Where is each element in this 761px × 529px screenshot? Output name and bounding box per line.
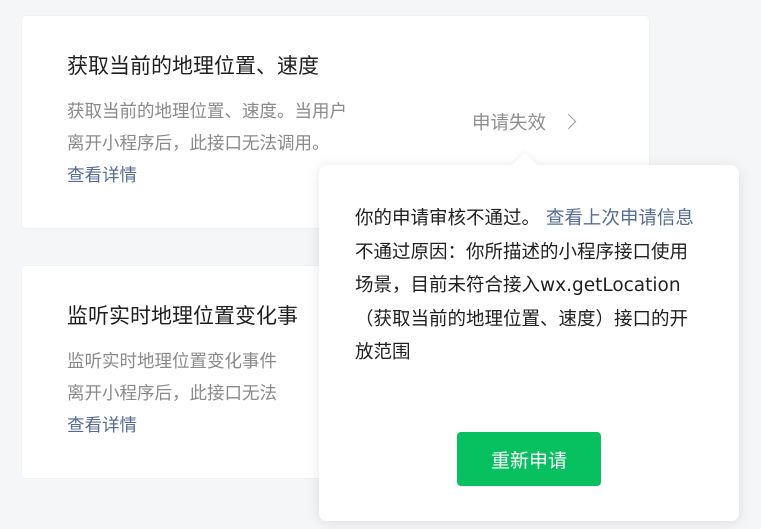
rejection-reason: 不通过原因：你所描述的小程序接口使用场景，目前未符合接入wx.getLocati… [355,241,689,364]
card-title: 获取当前的地理位置、速度 [67,54,319,78]
status-label: 申请失效 [472,113,547,134]
chevron-right-icon [560,113,577,129]
reapply-button[interactable]: 重新申请 [457,432,601,486]
card-description-line: 获取当前的地理位置、速度。当用户 [67,102,347,122]
rejection-intro: 你的申请审核不通过。 [355,208,541,229]
card-title: 监听实时地理位置变化事 [67,304,298,328]
view-last-application-link[interactable]: 查看上次申请信息 [546,208,694,229]
status-button[interactable]: 申请失效 [472,109,577,135]
rejection-popover: 你的申请审核不通过。 查看上次申请信息 不通过原因：你所描述的小程序接口使用场景… [319,152,739,521]
card-description-line: 离开小程序后，此接口无法调用。 [67,134,330,154]
popover-body: 你的申请审核不通过。 查看上次申请信息 不通过原因：你所描述的小程序接口使用场景… [355,202,705,370]
